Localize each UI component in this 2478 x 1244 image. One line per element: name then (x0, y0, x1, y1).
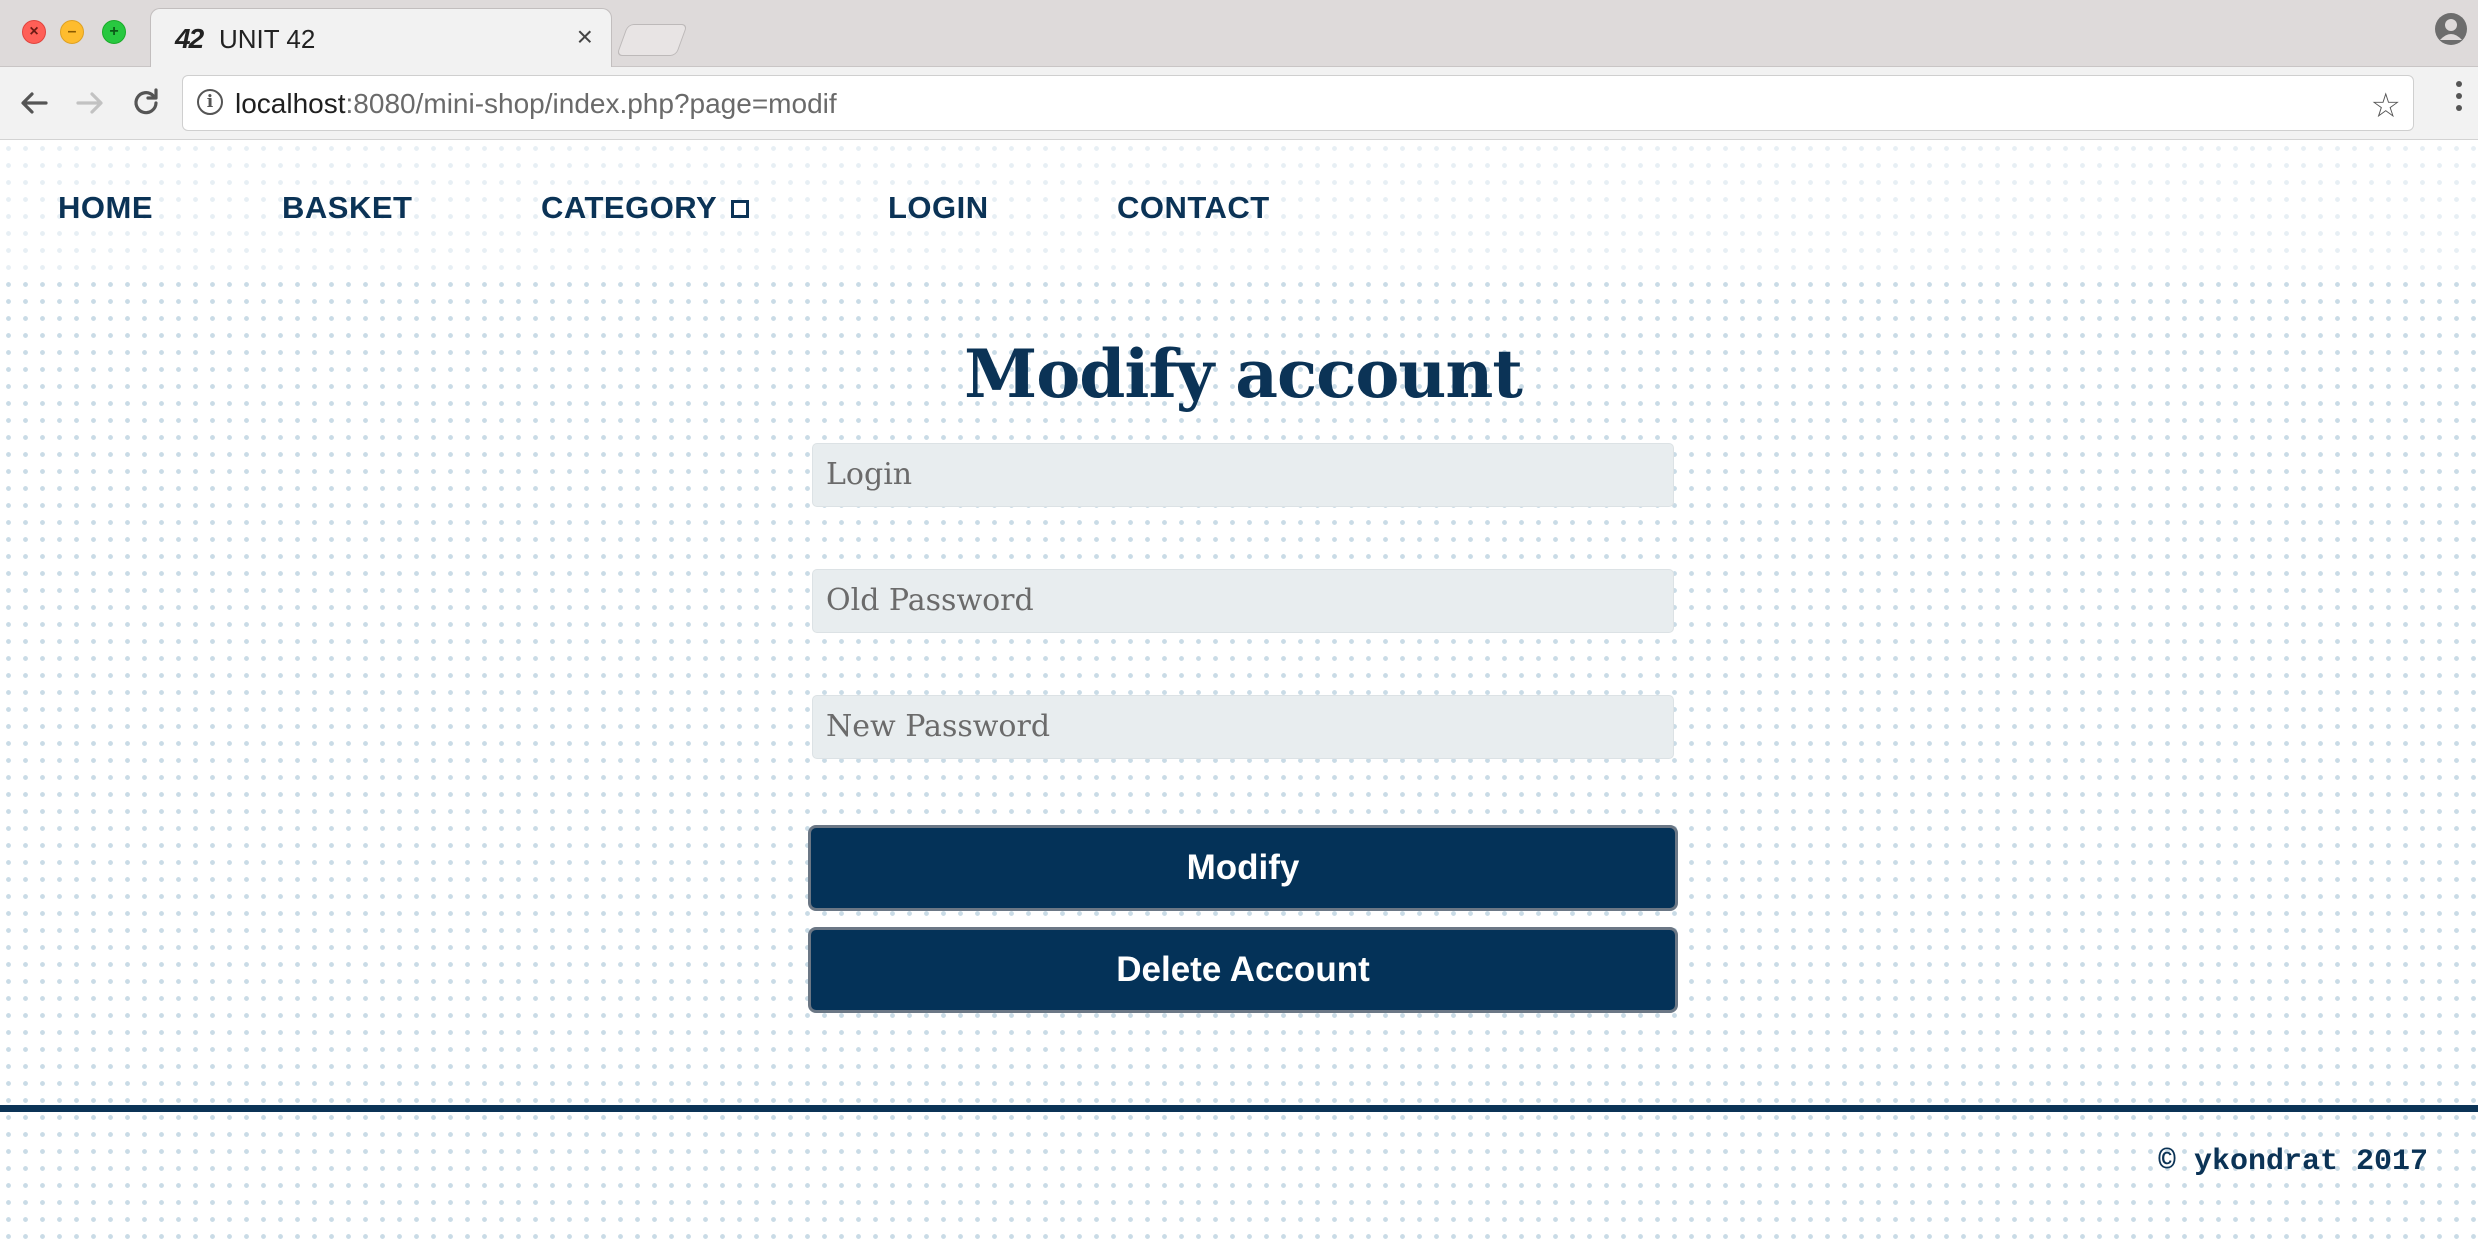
nav-login[interactable]: LOGIN (888, 190, 989, 226)
login-input[interactable]: Login (812, 443, 1674, 507)
window-minimize-button[interactable]: – (60, 20, 84, 44)
old-password-input[interactable]: Old Password (812, 569, 1674, 633)
url-host: localhost (235, 88, 346, 119)
tab-title: UNIT 42 (219, 24, 316, 54)
new-password-input[interactable]: New Password (812, 695, 1674, 759)
nav-home[interactable]: HOME (58, 190, 153, 226)
dropdown-icon (731, 200, 750, 218)
info-icon[interactable]: i (197, 89, 223, 115)
nav-category[interactable]: CATEGORY (541, 190, 750, 226)
footer-copyright: © ykondrat 2017 (2157, 1145, 2428, 1179)
footer-divider (0, 1105, 2478, 1112)
close-icon: × (29, 23, 39, 40)
new-password-placeholder: New Password (826, 709, 1051, 744)
url-text[interactable]: localhost:8080/mini-shop/index.php?page=… (235, 88, 837, 120)
menu-icon[interactable] (2456, 81, 2464, 121)
browser-toolbar: i localhost:8080/mini-shop/index.php?pag… (0, 67, 2478, 140)
window-close-button[interactable]: × (22, 20, 46, 44)
address-bar[interactable]: i localhost:8080/mini-shop/index.php?pag… (182, 75, 2414, 131)
star-icon[interactable]: ☆ (2371, 86, 2401, 126)
delete-account-button[interactable]: Delete Account (808, 927, 1678, 1013)
old-password-placeholder: Old Password (826, 583, 1034, 618)
browser-titlebar: × – + 42 UNIT 42 × (0, 0, 2478, 67)
page-content: HOME BASKET CATEGORY LOGIN CONTACT Modif… (0, 140, 2478, 1244)
login-placeholder: Login (826, 457, 913, 492)
favicon-icon: 42 (175, 23, 204, 54)
maximize-icon: + (109, 23, 119, 40)
minimize-icon: – (67, 23, 77, 40)
tab-close-icon[interactable]: × (577, 21, 593, 53)
profile-icon[interactable] (2434, 12, 2468, 46)
nav-contact[interactable]: CONTACT (1117, 190, 1270, 226)
nav-basket[interactable]: BASKET (282, 190, 412, 226)
forward-icon[interactable] (70, 83, 110, 123)
nav-category-label: CATEGORY (541, 190, 718, 225)
back-icon[interactable] (14, 83, 54, 123)
url-path: :8080/mini-shop/index.php?page=modif (345, 88, 837, 119)
page-title: Modify account (964, 335, 1523, 413)
site-navbar: HOME BASKET CATEGORY LOGIN CONTACT (0, 140, 2478, 282)
new-tab-button[interactable] (616, 24, 688, 56)
reload-icon[interactable] (126, 83, 166, 123)
modify-button[interactable]: Modify (808, 825, 1678, 911)
window-maximize-button[interactable]: + (102, 20, 126, 44)
browser-tab[interactable]: 42 UNIT 42 × (150, 8, 612, 67)
